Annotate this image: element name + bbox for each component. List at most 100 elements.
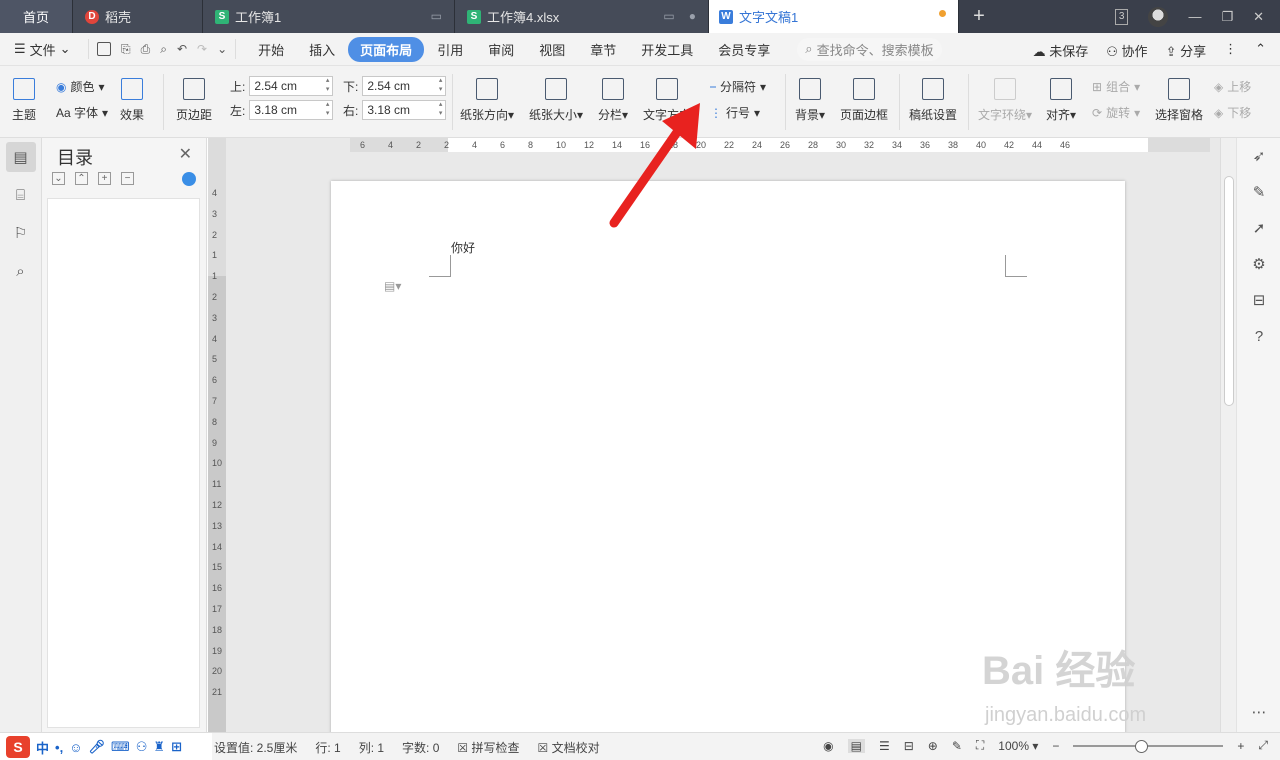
- close-icon[interactable]: ✕: [179, 144, 192, 164]
- margins-button[interactable]: 页边距: [176, 78, 212, 123]
- tab-workbook1[interactable]: S 工作簿1 ▭: [203, 0, 455, 33]
- chapter-nav-icon[interactable]: ⌸: [6, 180, 36, 210]
- tab-member[interactable]: 会员专享: [706, 37, 782, 62]
- rotate-button[interactable]: ⟳ 旋转 ▾: [1092, 104, 1140, 121]
- zoom-level[interactable]: 100% ▾: [998, 739, 1038, 753]
- send-backward-button[interactable]: ◈ 下移: [1214, 104, 1251, 121]
- rocket-icon[interactable]: ➶: [1237, 138, 1280, 174]
- breaks-button[interactable]: ⎯ 分隔符 ▾: [710, 78, 766, 95]
- page-border-button[interactable]: 页面边框: [840, 78, 888, 123]
- user-icon[interactable]: ⚇: [136, 739, 148, 755]
- more-icon[interactable]: ⋯: [1237, 694, 1280, 730]
- spellcheck-button[interactable]: ☒ 拼写检查: [457, 739, 519, 756]
- reading-view-icon[interactable]: ⊟: [904, 739, 914, 753]
- tab-review[interactable]: 审阅: [476, 37, 526, 62]
- toc-list[interactable]: [47, 198, 200, 728]
- monitor-icon[interactable]: ▭: [663, 9, 674, 23]
- emoji-icon[interactable]: ☺: [69, 740, 82, 755]
- print-icon[interactable]: ⎙: [141, 42, 151, 57]
- help-icon[interactable]: ?: [1237, 318, 1280, 354]
- remove-icon[interactable]: −: [121, 172, 134, 185]
- redo-icon[interactable]: ↷: [197, 42, 207, 56]
- restore-icon[interactable]: ❐: [1221, 9, 1233, 25]
- skin-icon[interactable]: ♜: [153, 739, 165, 755]
- tab-references[interactable]: 引用: [425, 37, 475, 62]
- bottom-margin-input[interactable]: 2.54 cm: [362, 76, 447, 96]
- theme-button[interactable]: 主题: [12, 78, 36, 123]
- keyboard-icon[interactable]: ⌨: [111, 739, 130, 755]
- tab-start[interactable]: 开始: [246, 37, 296, 62]
- font-button[interactable]: Aa 字体 ▾: [56, 104, 108, 121]
- expand-icon[interactable]: ⌄: [52, 172, 65, 185]
- ime-mode-label[interactable]: 中: [36, 738, 49, 757]
- group-button[interactable]: ⊞ 组合 ▾: [1092, 78, 1140, 95]
- right-margin-input[interactable]: 3.18 cm: [362, 100, 447, 120]
- monitor-icon[interactable]: ▭: [431, 9, 442, 23]
- tab-workbook4[interactable]: S 工作簿4.xlsx ▭ ●: [455, 0, 709, 33]
- page-view-icon[interactable]: ▤: [847, 738, 865, 753]
- orientation-button[interactable]: 纸张方向▾: [460, 78, 514, 123]
- backup-icon[interactable]: ⊟: [1237, 282, 1280, 318]
- undo-icon[interactable]: ↶: [177, 42, 187, 56]
- left-margin-input[interactable]: 3.18 cm: [249, 100, 334, 120]
- zoom-slider[interactable]: [1073, 739, 1224, 753]
- close-icon[interactable]: ✕: [1253, 9, 1264, 25]
- paragraph-layout-icon[interactable]: ▤▾: [384, 279, 401, 293]
- outline-icon[interactable]: ▤: [5, 142, 36, 172]
- smart-toc-icon[interactable]: [182, 172, 196, 186]
- more-options-icon[interactable]: ⋮: [1224, 41, 1237, 60]
- bring-forward-button[interactable]: ◈ 上移: [1214, 78, 1251, 95]
- share-button[interactable]: ⇪ 分享: [1166, 41, 1207, 60]
- dot-icon[interactable]: ●: [689, 9, 696, 23]
- more-icon[interactable]: ⌄: [217, 42, 227, 56]
- eye-protection-icon[interactable]: ◉: [823, 739, 833, 753]
- top-margin-input[interactable]: 2.54 cm: [249, 76, 334, 96]
- mic-icon[interactable]: 🎤︎: [88, 739, 105, 755]
- paper-size-button[interactable]: 纸张大小▾: [529, 78, 583, 123]
- zoom-in-icon[interactable]: +: [1237, 739, 1244, 753]
- new-tab-button[interactable]: +: [959, 0, 999, 33]
- sogou-icon[interactable]: S: [6, 736, 30, 758]
- collapse-ribbon-icon[interactable]: ⌃: [1255, 41, 1266, 60]
- text-wrap-button[interactable]: 文字环绕▾: [978, 78, 1032, 123]
- document-text[interactable]: 你好: [451, 239, 475, 256]
- grid-icon[interactable]: ⊞: [171, 739, 182, 755]
- color-button[interactable]: ◉ 颜色 ▾: [56, 78, 105, 95]
- effect-button[interactable]: 效果: [120, 78, 144, 123]
- outline-view-icon[interactable]: ☰: [879, 739, 890, 753]
- add-icon[interactable]: +: [98, 172, 111, 185]
- minimize-icon[interactable]: —: [1188, 9, 1201, 24]
- fit-page-icon[interactable]: ⛶: [976, 738, 984, 753]
- settings-icon[interactable]: ⚙: [1237, 246, 1280, 282]
- collaborate-button[interactable]: ⚇ 协作: [1106, 41, 1147, 60]
- tab-page-layout[interactable]: 页面布局: [348, 36, 425, 62]
- tab-chapter[interactable]: 章节: [578, 37, 628, 62]
- tab-document1[interactable]: W 文字文稿1: [709, 0, 959, 33]
- export-icon[interactable]: ⎘: [121, 42, 131, 57]
- command-search[interactable]: ⌕ 查找命令、搜索模板: [797, 37, 942, 61]
- preview-icon[interactable]: ⌕: [160, 42, 167, 57]
- tab-view[interactable]: 视图: [527, 37, 577, 62]
- fullscreen-icon[interactable]: ⤢: [1258, 738, 1268, 753]
- background-button[interactable]: 背景▾: [795, 78, 825, 123]
- selection-pane-button[interactable]: 选择窗格: [1155, 78, 1203, 123]
- zoom-out-icon[interactable]: −: [1052, 739, 1059, 753]
- vertical-scrollbar[interactable]: [1220, 138, 1236, 732]
- tab-home[interactable]: 首页: [0, 0, 73, 33]
- save-icon[interactable]: [97, 42, 111, 56]
- unsaved-button[interactable]: ☁ 未保存: [1033, 41, 1089, 60]
- tab-daoke[interactable]: D 稻壳: [73, 0, 203, 33]
- cursor-icon[interactable]: ➚: [1237, 210, 1280, 246]
- tab-insert[interactable]: 插入: [297, 37, 347, 62]
- avatar[interactable]: [1148, 6, 1169, 27]
- search-icon[interactable]: ⌕: [6, 256, 36, 286]
- align-button[interactable]: 对齐▾: [1046, 78, 1076, 123]
- window-count-badge[interactable]: 3: [1114, 8, 1129, 25]
- collapse-icon[interactable]: ⌃: [75, 172, 88, 185]
- web-view-icon[interactable]: ⊕: [928, 739, 938, 753]
- bookmark-icon[interactable]: ⚐: [6, 218, 36, 248]
- write-mode-icon[interactable]: ✎: [952, 739, 962, 753]
- tab-developer[interactable]: 开发工具: [629, 37, 705, 62]
- wordcount-label[interactable]: 字数: 0: [402, 739, 439, 756]
- draft-paper-button[interactable]: 稿纸设置: [909, 78, 957, 123]
